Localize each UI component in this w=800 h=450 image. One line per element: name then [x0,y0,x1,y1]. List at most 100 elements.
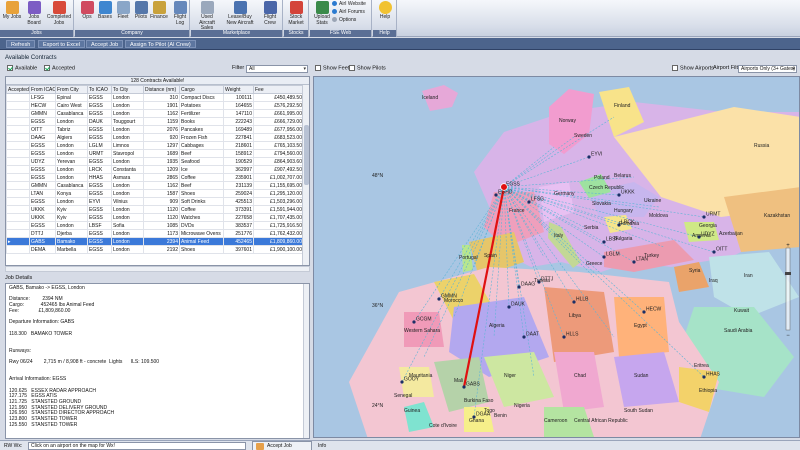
refresh-button[interactable]: Refresh [6,40,36,48]
table-cell: London [111,109,144,118]
table-row[interactable]: GMMN Casablanca EGSS London 1162 Beef 231139 £1… [6,181,304,190]
airport-filter-select[interactable]: Airports Only (3+ Gates) [738,65,797,73]
grid-horizontal-scrollbar[interactable] [5,266,310,272]
table-cell: London [111,157,144,166]
table-cell: EGSS [29,117,56,126]
airport-code-label: HHAS [706,372,721,378]
column-header[interactable]: Accepted [6,85,30,94]
table-cell: 1120 [143,205,180,214]
grid-vertical-scrollbar[interactable] [302,85,309,265]
accept-job-status-button[interactable]: Accept Job [252,441,312,450]
country-label: Ethiopia [699,388,717,394]
scroll-thumb[interactable] [304,125,309,185]
table-row[interactable]: EGSS London EYVI Vilnius 909 Soft Drinks 42551… [6,197,304,206]
table-row[interactable]: LTAN Konya EGSS London 1587 Shoes 259024 £1,295… [6,189,304,198]
table-cell: 452465 [223,237,254,246]
table-row[interactable]: GMMN Casablanca EGSS London 1162 Fertilizer 14… [6,109,304,118]
options-link[interactable]: Options [332,17,356,24]
table-row[interactable]: OITT Tabriz EGSS London 2076 Pancakes 169489 £6… [6,125,304,134]
column-header[interactable]: To ICAO [87,85,112,94]
table-cell [6,101,30,110]
hub-egss-marker[interactable] [500,183,508,191]
pilots-button[interactable]: Pilots [131,1,151,30]
used-aircraft-sales-button[interactable]: Used Aircraft Sales [193,1,221,30]
table-cell: London [55,165,88,174]
country-label: Nigeria [514,403,530,409]
flight-crew-button[interactable]: Flight Crew [259,1,281,30]
table-cell: Compact Discs [179,93,224,102]
completed-jobs-button[interactable]: Completed Jobs [46,1,72,30]
airport-code-label: EGSS [506,182,521,188]
finance-button[interactable]: Finance [149,1,169,30]
route-map[interactable]: EGSS EGHD GABS GMMN DAUK DAAG DTTJ HECW HHAS LTAN… [313,76,800,438]
column-header[interactable]: Cargo [179,85,224,94]
ribbon: My Jobs Jobs Board Completed Jobs Jobs O… [0,0,800,37]
show-pilots-checkbox[interactable]: Show Pilots [349,65,386,71]
map-canvas[interactable]: EGSSEGHDGABSGMMNDAUKDAAGDTTJHECWHHASLTAN… [314,77,800,438]
show-airports-checkbox[interactable]: Show Airports [672,65,714,71]
ribbon-group-fse-web: Upload Stats AirI Website AirI Forums Op… [310,0,372,37]
table-row[interactable]: UKKK Kyiv EGSS London 1120 Coffee 373391 £1,591… [6,205,304,214]
lease-buy-aircraft-button[interactable]: Lease/Buy New Aircraft [223,1,257,30]
export-excel-button[interactable]: Export to Excel [38,40,85,48]
table-cell: London [55,197,88,206]
jobs-board-button[interactable]: Jobs Board [24,1,44,30]
upload-stats-button[interactable]: Upload Stats [312,1,332,30]
details-scrollbar[interactable] [303,284,309,438]
table-row[interactable]: EGSS London LRCK Constanta 1209 Ice 362997 £907… [6,165,304,174]
table-cell: £1,809,860.00 [253,237,304,246]
help-button[interactable]: Help [375,1,395,30]
column-header[interactable]: Distance (nm) [143,85,180,94]
table-cell: Kyiv [55,213,88,222]
airi-forums-link[interactable]: AirI Forums [332,9,365,16]
table-row[interactable]: DEMA Marbella EGSS London 2192 Shoes 397601 £1,… [6,245,304,254]
table-cell: London [111,245,144,254]
column-header[interactable]: From City [55,85,88,94]
ribbon-group-label: Company [75,30,189,37]
table-row[interactable]: EGSS London HHAS Asmara 2865 Coffee 235901 £1,0… [6,173,304,182]
zoom-control[interactable]: + − [783,242,793,337]
table-cell: EGSS [87,205,112,214]
table-cell: 2192 [143,245,180,254]
column-header[interactable]: To City [111,85,144,94]
table-cell: EGSS [87,237,112,246]
show-feet-checkbox[interactable]: Show Feet [315,65,349,71]
table-row[interactable]: EGSS London LGLM Limnos 1297 Cabbages 218601 £7… [6,141,304,150]
table-row[interactable]: EGSS London DAUK Touggourt 1159 Books 222243 £6… [6,117,304,126]
country-label: Mauritania [409,373,433,379]
table-row[interactable]: DAAG Algiers EGSS London 920 Frozen Fish 22784… [6,133,304,142]
my-jobs-button[interactable]: My Jobs [2,1,22,30]
table-row[interactable]: EGSS London URMT Stavropol 1689 Beef 158912 £79… [6,149,304,158]
airi-website-link[interactable]: AirI Website [332,1,366,8]
assign-pilot-button[interactable]: Assign To Pilot (AI Crew) [125,40,196,48]
fleet-button[interactable]: Fleet [113,1,133,30]
airport-code-label: GABS [466,382,481,388]
table-row[interactable]: ▸ GABS Bamako EGSS London 2394 Animal Feed 4524… [6,237,304,246]
available-checkbox[interactable]: Available [7,65,37,71]
table-row[interactable]: UKKK Kyiv EGSS London 1120 Watches 227658 £1,70… [6,213,304,222]
table-row[interactable]: HECW Cairo West EGSS London 1901 Potatoes 1646… [6,101,304,110]
zoom-out-icon: − [786,333,790,337]
accept-job-button[interactable]: Accept Job [86,40,124,48]
column-header[interactable]: From ICAO [29,85,56,94]
filter-select[interactable]: All [246,65,308,73]
table-row[interactable]: LFSG Epinal EGSS London 310 Compact Discs 1001… [6,93,304,102]
table-cell: Stavropol [111,149,144,158]
flight-log-button[interactable]: Flight Log [170,1,190,30]
country-label: Algeria [489,323,505,329]
table-cell: Sofia [111,221,144,230]
bases-button[interactable]: Bases [95,1,115,30]
plane-icon [116,1,130,14]
table-cell [6,213,30,222]
column-header[interactable]: Weight [223,85,254,94]
ops-button[interactable]: Ops [77,1,97,30]
airport-code-label: EYVI [591,152,602,158]
column-header[interactable]: Fee [253,85,304,94]
accepted-checkbox[interactable]: Accepted [44,65,75,71]
stock-market-button[interactable]: Stock Market [286,1,306,30]
table-cell: 1085 [143,221,180,230]
table-row[interactable]: EGSS London LBSF Sofia 1085 DVDs 383537 £1,725,… [6,221,304,230]
table-row[interactable]: UDYZ Yerevan EGSS London 1935 Seafood 190529 £8… [6,157,304,166]
table-cell: DVDs [179,221,224,230]
table-row[interactable]: DTTJ Djerba EGSS London 1173 Microwave Ovens 2… [6,229,304,238]
